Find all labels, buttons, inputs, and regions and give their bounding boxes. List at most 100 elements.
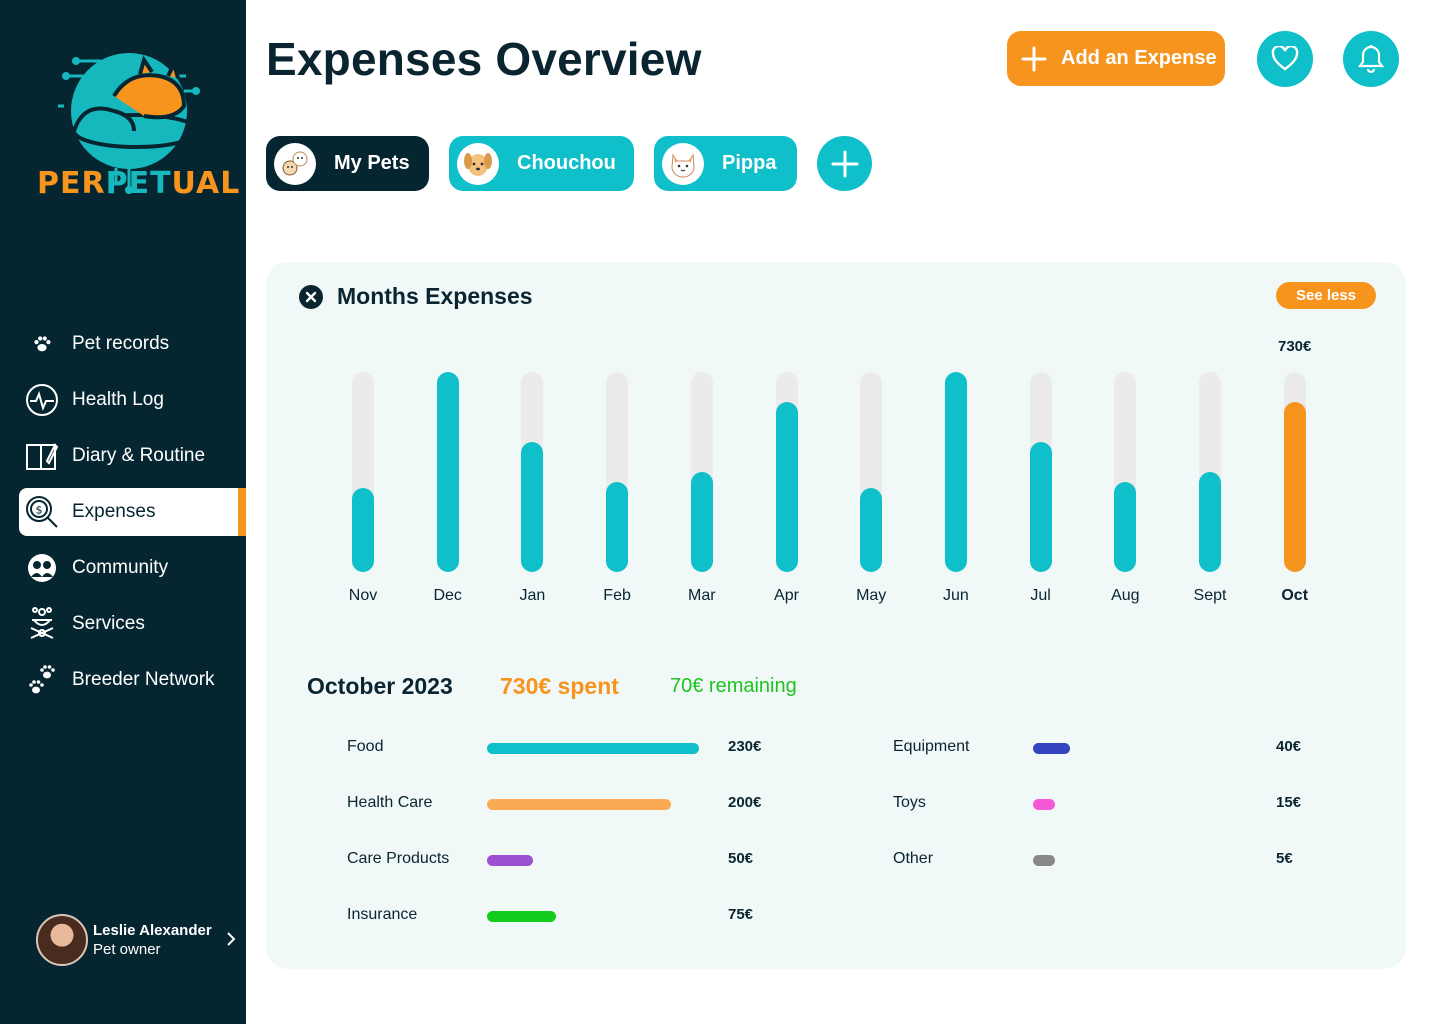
dog-avatar-icon [457,142,499,185]
tab-pippa[interactable]: Pippa [654,136,797,191]
services-icon [25,607,59,641]
svg-text:$: $ [36,504,43,517]
sidebar-item-community[interactable]: Community [19,544,246,592]
category-row-insurance: Insurance 75€ [347,906,787,926]
x-tick-label: Feb [603,587,631,604]
category-value: 75€ [728,906,754,923]
category-bar [487,743,699,754]
category-bar [487,799,671,810]
avatar [36,914,88,966]
sidebar-item-breeder-network[interactable]: Breeder Network [19,656,246,704]
category-value: 5€ [1276,850,1293,867]
summary-spent: 730€ spent [500,673,619,699]
cat-avatar-icon [662,142,704,185]
sidebar-item-label: Expenses [72,501,156,522]
bar-fill [690,472,713,572]
category-label: Other [893,850,934,867]
pets-avatar-icon [274,142,316,185]
user-role: Pet owner [93,941,161,958]
sidebar-item-expenses[interactable]: $ Expenses [19,488,246,536]
x-tick-label: Mar [688,587,716,604]
category-label: Insurance [347,906,418,923]
category-label: Health Care [347,794,433,811]
tab-chouchou[interactable]: Chouchou [449,136,634,191]
plus-icon [1021,46,1047,71]
sidebar-item-label: Services [72,613,145,634]
heart-icon [1271,46,1299,71]
x-tick-label: Dec [433,587,462,604]
sidebar: PERPETUAL Pet records Health Log Diary &… [0,0,246,1024]
category-row-other: Other 5€ [893,850,1333,870]
notifications-button[interactable] [1343,31,1399,87]
notebook-icon [25,439,59,473]
x-tick-label: Jul [1030,587,1051,604]
x-tick-label: Jun [942,587,969,604]
plus-icon [831,150,858,177]
bar-may[interactable] [860,372,883,572]
sidebar-item-label: Diary & Routine [72,445,206,466]
sidebar-item-services[interactable]: Services [19,600,246,648]
bar-aug[interactable] [1114,372,1137,572]
add-expense-label: Add an Expense [1061,47,1217,69]
bar-fill [606,482,629,572]
paws-icon [25,663,59,697]
money-search-icon: $ [25,495,59,529]
tab-label: My Pets [334,152,410,174]
category-value: 40€ [1276,738,1302,755]
x-tick-label: Nov [348,587,378,604]
paw-icon [25,327,59,361]
category-row-equipment: Equipment 40€ [893,738,1333,758]
category-label: Toys [893,794,926,811]
tab-my-pets[interactable]: My Pets [266,136,429,191]
category-bar [487,855,533,866]
bar-dec[interactable] [436,372,459,572]
bar-sept[interactable] [1199,372,1221,572]
user-name: Leslie Alexander [93,922,212,939]
category-row-toys: Toys 15€ [893,794,1333,814]
monthly-expenses-chart: Nov Dec Jan Feb Mar Apr May Jun Jul Aug Sept Oct 730… [266,262,1406,622]
bar-oct[interactable] [1283,372,1306,572]
favorites-button[interactable] [1257,31,1313,87]
x-tick-label: Apr [774,587,799,604]
bar-jun[interactable] [944,372,967,572]
bar-apr[interactable] [775,372,798,572]
add-pet-button[interactable] [817,136,872,191]
category-row-health-care: Health Care 200€ [347,794,787,814]
chevron-right-icon [227,932,236,946]
category-row-food: Food 230€ [347,738,787,758]
heartbeat-icon [25,383,59,417]
sidebar-item-health-log[interactable]: Health Log [19,376,246,424]
x-tick-label: Sept [1193,587,1227,604]
bar-mar[interactable] [690,372,713,572]
x-tick-label: May [856,587,887,604]
bar-feb[interactable] [606,372,629,572]
bar-jul[interactable] [1029,372,1052,572]
x-tick-label: Oct [1281,587,1309,604]
x-tick-label: Aug [1111,587,1140,604]
category-bar [1033,855,1055,866]
category-bar [1033,743,1070,754]
logo-wordmark: PERPETUAL [37,166,241,201]
user-profile[interactable]: Leslie Alexander Pet owner [36,914,236,966]
bar-fill [1199,472,1221,572]
category-value: 200€ [728,794,762,811]
bar-fill [775,402,798,572]
category-value: 230€ [728,738,762,755]
x-tick-label: Jan [519,587,546,604]
bar-value-label: 730€ [1278,338,1312,355]
add-expense-button[interactable]: Add an Expense [1007,31,1225,86]
bar-fill [1283,402,1306,572]
bell-icon [1358,45,1384,74]
bar-fill [436,372,459,572]
sidebar-item-diary-routine[interactable]: Diary & Routine [19,432,246,480]
bar-fill [1029,442,1052,572]
sidebar-item-pet-records[interactable]: Pet records [19,320,246,368]
bar-nov[interactable] [352,372,374,572]
category-value: 50€ [728,850,754,867]
category-bar [1033,799,1055,810]
bar-fill [944,372,967,572]
category-label: Food [347,738,384,755]
bar-fill [860,488,883,572]
tab-label: Pippa [722,152,777,174]
bar-jan[interactable] [521,372,544,572]
